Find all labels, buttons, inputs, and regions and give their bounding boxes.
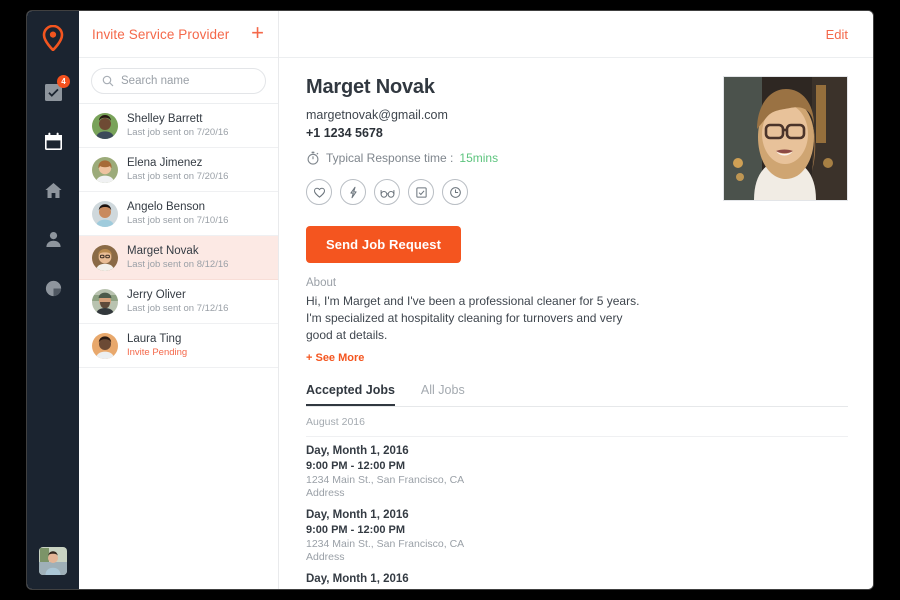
lightning-bolt-icon[interactable] [340,179,366,205]
job-date: Day, Month 1, 2016 [306,509,409,521]
location-pin-logo-icon[interactable] [42,25,64,51]
search-container [79,58,278,104]
list-item[interactable]: Angelo Benson Last job sent on 7/10/16 [79,192,278,236]
send-job-request-button[interactable]: Send Job Request [306,226,462,263]
month-label: August 2016 [306,407,848,437]
glasses-icon[interactable] [374,179,400,205]
contact-subtitle-pending: Invite Pending [127,347,188,358]
job-time: 9:00 PM - 12:00 PM [306,460,406,472]
rail-item-tasks[interactable]: 4 [34,73,72,111]
list-item[interactable]: Elena Jimenez Last job sent on 7/20/16 [79,148,278,192]
contact-subtitle: Last job sent on 7/12/16 [127,303,229,314]
search-input[interactable] [121,75,255,87]
detail-header: Edit [279,11,873,58]
list-item[interactable]: Laura Ting Invite Pending [79,324,278,368]
invite-service-provider-title: Invite Service Provider [92,26,230,42]
job-list-item[interactable]: Day, Month 1, 2016 9:00 PM - 12:00 PM 12… [306,565,848,589]
contact-subtitle: Last job sent on 8/12/16 [127,259,229,270]
stopwatch-icon [306,151,320,165]
contact-name: Shelley Barrett [127,113,203,125]
contact-subtitle: Last job sent on 7/20/16 [127,171,229,182]
contact-name: Jerry Oliver [127,289,186,301]
search-icon [102,75,114,87]
rail-item-calendar[interactable] [34,122,72,160]
profile-photo [723,76,848,201]
avatar [92,156,118,183]
user-avatar[interactable] [39,547,67,575]
job-list-item[interactable]: Day, Month 1, 2016 9:00 PM - 12:00 PM 12… [306,437,848,501]
contact-list: Shelley Barrett Last job sent on 7/20/16… [79,104,278,589]
job-list-item[interactable]: Day, Month 1, 2016 9:00 PM - 12:00 PM 12… [306,501,848,565]
job-date: Day, Month 1, 2016 [306,445,409,457]
rail-item-analytics[interactable] [34,269,72,307]
job-time: 9:00 PM - 12:00 PM [306,587,848,589]
avatar [92,112,118,139]
tab-all-jobs[interactable]: All Jobs [421,383,465,406]
list-item[interactable]: Jerry Oliver Last job sent on 7/12/16 [79,280,278,324]
tab-accepted-jobs[interactable]: Accepted Jobs [306,383,395,406]
job-address: 1234 Main St., San Francisco, CA [306,538,465,550]
contact-name: Angelo Benson [127,201,206,213]
search-box[interactable] [91,68,266,94]
contact-subtitle: Last job sent on 7/10/16 [127,215,229,226]
detail-pane: Edit Marget Novak margetnovak@gmail.com … [279,11,873,589]
heart-icon[interactable] [306,179,332,205]
rail-badge-count: 4 [57,75,70,88]
jobs-tabs: Accepted Jobs All Jobs [306,383,848,407]
app-window: 4 Invite Service Provider + Search name … [27,11,873,589]
contact-subtitle: Last job sent on 7/20/16 [127,127,229,138]
list-item-selected[interactable]: Marget Novak Last job sent on 8/12/16 [79,236,278,280]
contact-name: Marget Novak [127,245,199,257]
avatar [92,244,118,271]
edit-button[interactable]: Edit [826,27,848,42]
list-item[interactable]: Shelley Barrett Last job sent on 7/20/16 [79,104,278,148]
response-time-label: Typical Response time : [326,151,454,165]
about-text: Hi, I'm Marget and I've been a professio… [306,294,640,342]
see-more-link[interactable]: + See More [306,352,848,364]
contact-name: Laura Ting [127,333,182,345]
contact-list-header: Invite Service Provider + [79,11,278,58]
job-address-label: Address [306,487,345,499]
job-date: Day, Month 1, 2016 [306,573,409,585]
job-time: 9:00 PM - 12:00 PM [306,524,406,536]
job-address-label: Address [306,551,345,563]
clock-icon[interactable] [442,179,468,205]
rail-item-home[interactable] [34,171,72,209]
checkbox-icon[interactable] [408,179,434,205]
plus-icon[interactable]: + [251,21,264,47]
rail-item-profile[interactable] [34,220,72,258]
contact-list-pane: Invite Service Provider + Search name Sh… [79,11,279,589]
icon-rail: 4 [27,11,79,589]
detail-body: Marget Novak margetnovak@gmail.com +1 12… [279,58,873,589]
avatar [92,200,118,227]
contact-name: Elena Jimenez [127,157,203,169]
avatar [92,288,118,315]
job-address: 1234 Main St., San Francisco, CA [306,474,465,486]
avatar [92,332,118,359]
about-label: About [306,277,337,289]
response-time-value: 15mins [459,151,499,165]
